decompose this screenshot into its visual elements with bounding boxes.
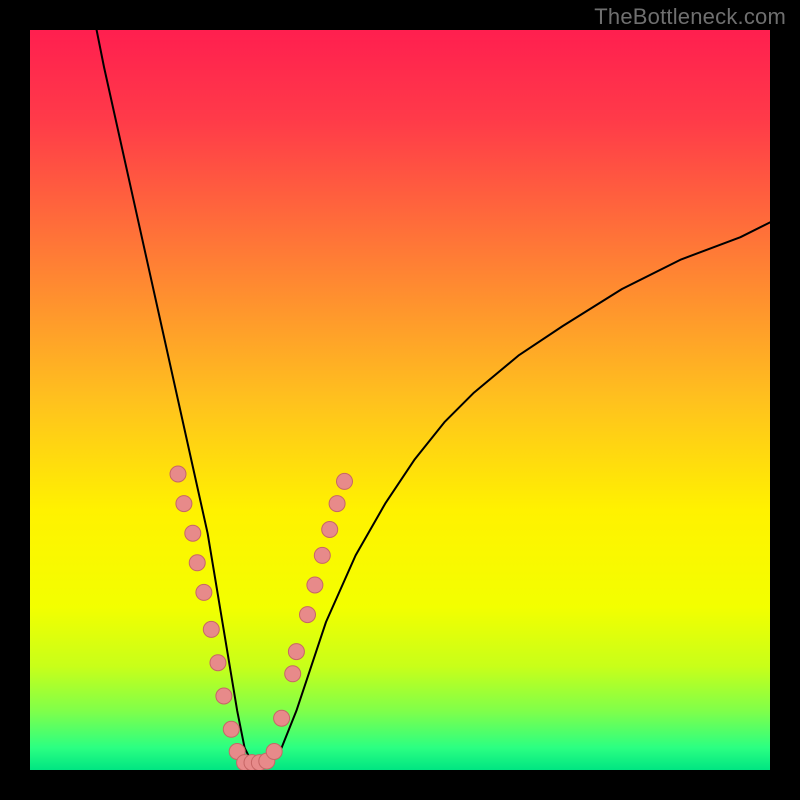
highlight-point: [288, 644, 304, 660]
watermark-text: TheBottleneck.com: [594, 4, 786, 30]
highlight-point: [307, 577, 323, 593]
highlight-point: [203, 621, 219, 637]
highlight-point: [223, 721, 239, 737]
highlight-point: [274, 710, 290, 726]
gradient-background: [30, 30, 770, 770]
highlight-point: [216, 688, 232, 704]
highlight-point: [266, 744, 282, 760]
highlight-point: [176, 496, 192, 512]
highlight-point: [300, 607, 316, 623]
outer-frame: TheBottleneck.com: [0, 0, 800, 800]
plot-area: [30, 30, 770, 770]
highlight-point: [329, 496, 345, 512]
highlight-point: [337, 473, 353, 489]
highlight-point: [189, 555, 205, 571]
highlight-point: [210, 655, 226, 671]
chart-svg: [30, 30, 770, 770]
highlight-point: [170, 466, 186, 482]
highlight-point: [322, 522, 338, 538]
highlight-point: [196, 584, 212, 600]
highlight-point: [314, 547, 330, 563]
highlight-point: [185, 525, 201, 541]
highlight-point: [285, 666, 301, 682]
